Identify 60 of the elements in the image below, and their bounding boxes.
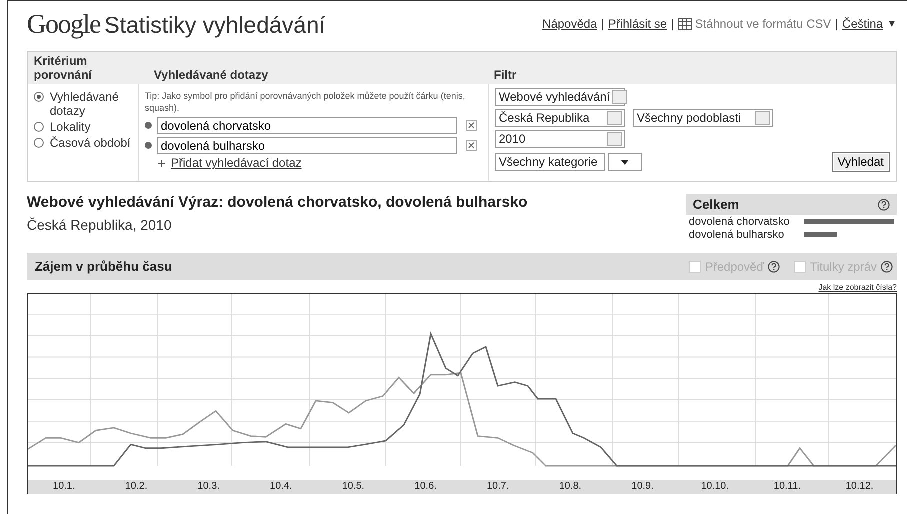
radio-button[interactable] <box>34 122 44 132</box>
axis-label: 10.4. <box>269 480 294 494</box>
caret-icon <box>621 160 629 164</box>
language-link[interactable]: Čeština <box>842 17 884 31</box>
section-heading: Zájem v průběhu času <box>35 259 172 274</box>
plus-icon <box>158 160 165 167</box>
axis-label: 10.5. <box>341 480 366 494</box>
axis-label: 10.10. <box>700 480 730 494</box>
radio-label: Časová období <box>50 136 131 150</box>
query-field[interactable]: dovolená bulharsko <box>157 137 457 154</box>
result-title: Webové vyhledávání Výraz: dovolená chorvatsko, dovolená bulharsko <box>27 194 528 211</box>
radio-label: Lokality <box>50 120 91 134</box>
numbers-link[interactable]: Jak lze zobrazit čísla? <box>818 283 897 292</box>
radio-button[interactable] <box>34 92 44 102</box>
dropdown[interactable]: Česká Republika <box>495 109 625 127</box>
checkbox[interactable] <box>794 260 806 272</box>
csv-link[interactable]: Stáhnout ve formátu CSV <box>678 17 832 31</box>
dropdown[interactable]: Webové vyhledávání <box>495 88 625 106</box>
separator: | <box>835 17 838 31</box>
radio-label: Vyhledávané dotazy <box>50 90 120 118</box>
panel-heading: Celkem <box>693 197 740 212</box>
legend-label: dovolená bulharsko <box>689 228 784 240</box>
result-subtitle: Česká Republika, 2010 <box>27 217 173 233</box>
close-icon[interactable] <box>466 140 477 151</box>
total-bar <box>804 232 838 237</box>
axis-label: 10.1. <box>52 480 76 494</box>
column-heading: Kritérium porovnání <box>34 54 94 82</box>
logo: Google <box>27 8 100 40</box>
tip-text: Tip: Jako symbol pro přidání porovnávaných položek můžete použít čárku (tenis, squash). <box>145 90 466 114</box>
dropdown[interactable]: Všechny podoblasti <box>633 109 773 127</box>
close-icon[interactable] <box>466 120 477 131</box>
page-title: Statistiky vyhledávání <box>104 12 326 38</box>
axis-label: 10.11. <box>772 480 802 494</box>
caret-icon: ▼ <box>887 18 897 30</box>
search-button[interactable]: Vyhledat <box>832 152 890 172</box>
header-link[interactable]: Nápověda <box>542 17 598 31</box>
category-dropdown-button[interactable] <box>608 153 642 171</box>
separator: | <box>671 17 674 31</box>
axis-label: 10.6. <box>414 480 438 494</box>
header-link[interactable]: Přihlásit se <box>608 17 668 31</box>
column-heading: Vyhledávané dotazy <box>154 68 268 82</box>
dropdown[interactable]: 2010 <box>495 130 625 148</box>
table-icon <box>678 18 692 30</box>
legend-label: dovolená chorvatsko <box>689 216 790 228</box>
help-icon[interactable] <box>878 198 890 210</box>
axis-label: 10.9. <box>630 480 655 494</box>
column-heading: Filtr <box>494 68 517 82</box>
axis-label: 10.12. <box>844 480 875 494</box>
help-icon[interactable] <box>768 260 780 272</box>
help-icon[interactable] <box>881 260 893 272</box>
category-field[interactable]: Všechny kategorie <box>495 153 605 171</box>
axis-label: 10.3. <box>196 480 221 494</box>
axis-label: 10.7. <box>486 480 510 494</box>
radio-button[interactable] <box>34 138 44 148</box>
separator: | <box>601 17 604 31</box>
axis-label: 10.2. <box>124 480 149 494</box>
axis-label: 10.8. <box>558 480 583 494</box>
checkbox[interactable] <box>689 260 702 272</box>
query-field[interactable]: dovolená chorvatsko <box>157 117 457 134</box>
add-query-link[interactable]: Přidat vyhledávací dotaz <box>171 156 302 170</box>
